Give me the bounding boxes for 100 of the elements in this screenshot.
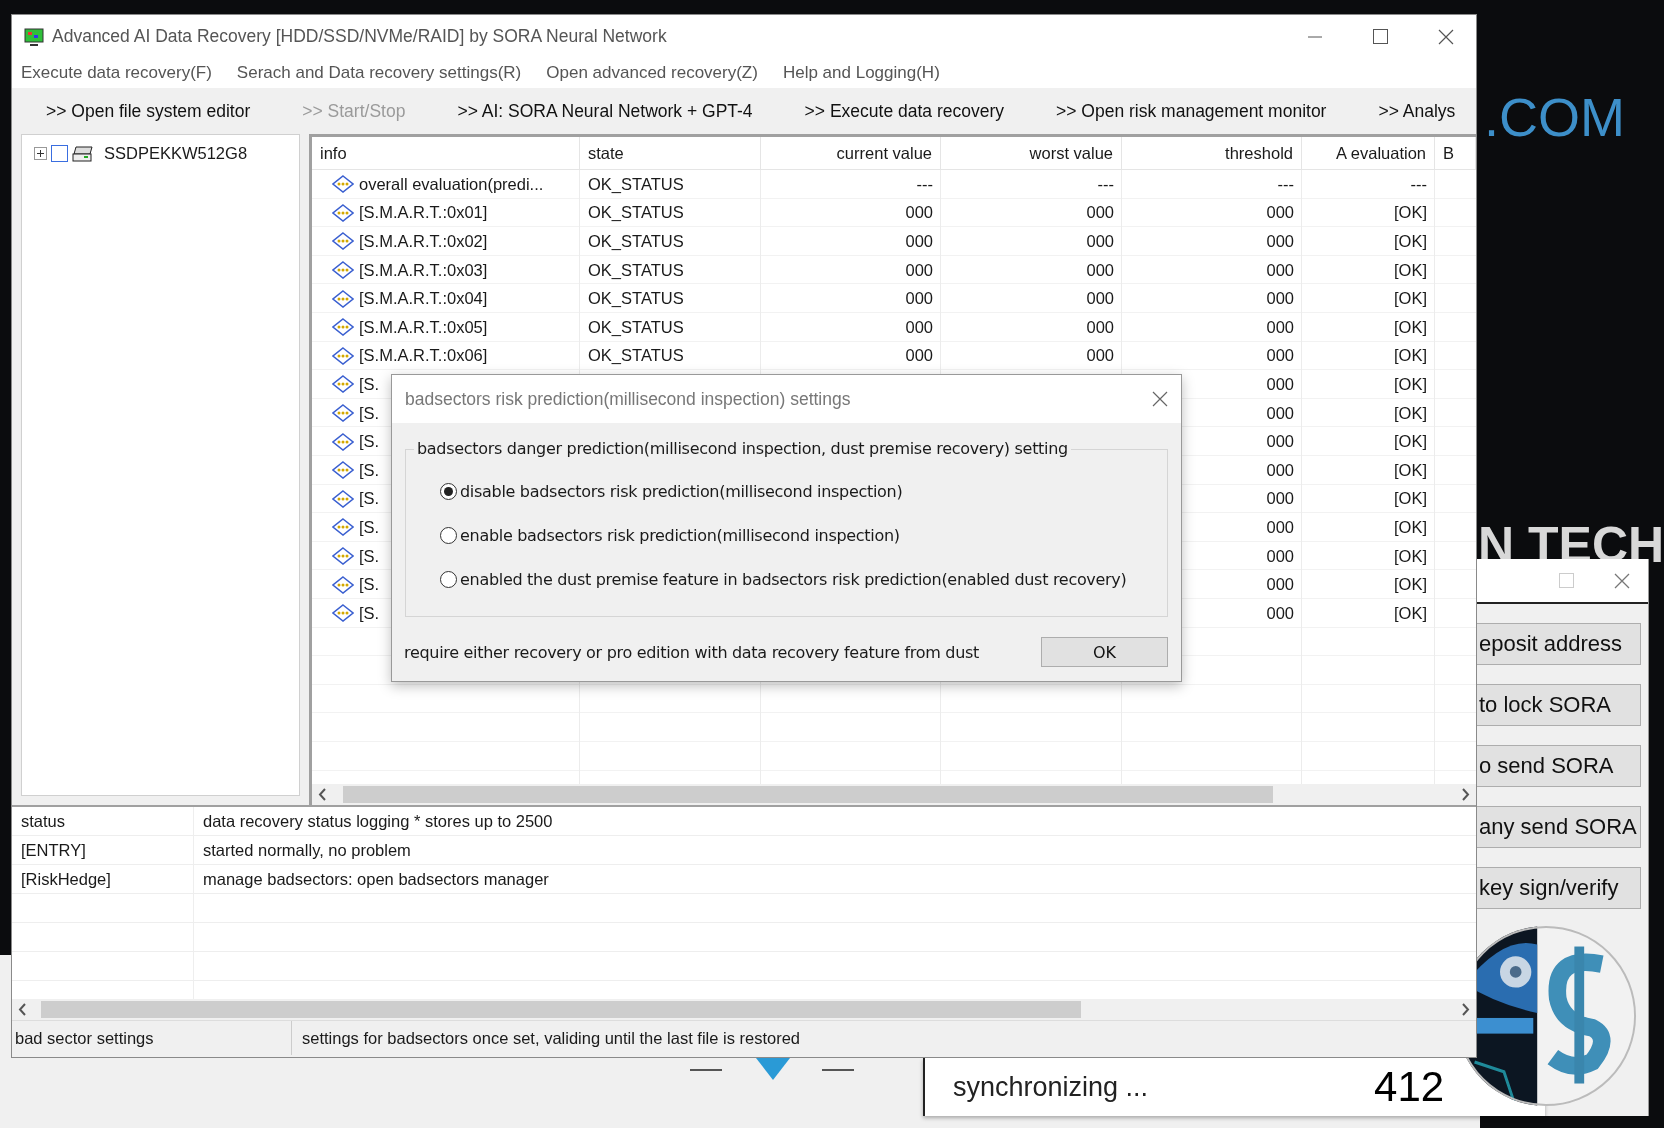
value-cell: 000 bbox=[1266, 260, 1294, 280]
close-icon[interactable] bbox=[1614, 572, 1630, 589]
diamond-icon bbox=[332, 547, 354, 565]
scroll-right-icon[interactable] bbox=[1461, 1003, 1470, 1016]
diamond-icon bbox=[332, 461, 354, 480]
banner-text: .COM bbox=[1484, 86, 1625, 148]
ok-button[interactable]: OK bbox=[1041, 637, 1168, 667]
dialog-title: badsectors risk prediction(millisecond inspection) settings bbox=[405, 388, 851, 410]
tree-item-label[interactable]: SSDPEKKW512G8 bbox=[104, 144, 248, 163]
evaluation-cell: [OK] bbox=[1394, 203, 1427, 223]
value-cell: 000 bbox=[1266, 460, 1294, 480]
value-cell: 000 bbox=[1266, 489, 1294, 509]
value-cell: 000 bbox=[1086, 317, 1114, 337]
action-button[interactable]: any send SORA bbox=[1477, 806, 1641, 848]
info-text: [S. bbox=[359, 575, 380, 595]
column-header: data recovery status logging * stores up to 2500 bbox=[202, 811, 554, 832]
value-cell: 000 bbox=[905, 289, 933, 309]
scroll-left-icon[interactable] bbox=[318, 788, 327, 801]
status-text: settings for badsectors once set, validing until the last file is restored bbox=[301, 1028, 800, 1048]
close-icon[interactable] bbox=[1152, 391, 1168, 407]
scroll-right-icon[interactable] bbox=[1461, 788, 1470, 801]
horizontal-scrollbar[interactable] bbox=[12, 999, 1476, 1020]
menu-item[interactable]: Serach and Data recovery settings(R) bbox=[236, 63, 522, 83]
scroll-left-icon[interactable] bbox=[18, 1003, 27, 1016]
menu-item[interactable]: Help and Logging(H) bbox=[782, 63, 940, 83]
toolbar-button[interactable]: >> Execute data recovery bbox=[804, 100, 1005, 122]
diamond-icon bbox=[332, 518, 354, 537]
drive-icon bbox=[72, 145, 94, 162]
column-header[interactable]: current value bbox=[761, 137, 941, 170]
sync-text: synchronizing ... bbox=[953, 1071, 1149, 1103]
evaluation-cell: [OK] bbox=[1394, 517, 1427, 537]
monitor-icon bbox=[24, 26, 44, 47]
radio-button[interactable] bbox=[440, 571, 457, 588]
log-message: started normally, no problem bbox=[202, 840, 412, 861]
column-header[interactable]: A evaluation bbox=[1302, 137, 1435, 170]
menu-item[interactable]: Execute data recovery(F) bbox=[21, 63, 212, 83]
info-text: [S. bbox=[359, 403, 380, 423]
action-button[interactable]: key sign/verify bbox=[1477, 867, 1641, 909]
diamond-icon bbox=[332, 203, 354, 222]
value-cell: 000 bbox=[1086, 260, 1114, 280]
diamond-icon bbox=[332, 261, 354, 280]
evaluation-cell: [OK] bbox=[1394, 489, 1427, 509]
option-label[interactable]: enabled the dust premise feature in badsectors risk prediction(enabled dust recovery) bbox=[460, 570, 1127, 589]
close-icon[interactable] bbox=[1438, 28, 1454, 45]
triangle-icon[interactable] bbox=[756, 1058, 790, 1080]
toolbar-button[interactable]: >> Open file system editor bbox=[46, 100, 251, 122]
diamond-icon bbox=[332, 375, 354, 394]
info-text: [S.M.A.R.T.:0x03] bbox=[359, 260, 488, 280]
toolbar-button[interactable]: >> AI: SORA Neural Network + GPT-4 bbox=[457, 100, 753, 122]
diamond-icon bbox=[332, 318, 354, 337]
evaluation-cell: [OK] bbox=[1394, 403, 1427, 423]
action-button[interactable]: eposit address bbox=[1477, 623, 1641, 665]
horizontal-scrollbar[interactable] bbox=[312, 784, 1476, 805]
info-text: [S.M.A.R.T.:0x02] bbox=[359, 232, 488, 251]
column-header[interactable]: state bbox=[580, 137, 761, 170]
menu-item[interactable]: Open advanced recovery(Z) bbox=[546, 63, 758, 83]
column-header[interactable]: info bbox=[312, 137, 580, 170]
log-source: [RiskHedge] bbox=[20, 869, 112, 890]
value-cell: 000 bbox=[1086, 232, 1114, 251]
log-message: manage badsectors: open badsectors manager bbox=[202, 869, 550, 890]
expand-icon[interactable] bbox=[34, 147, 47, 160]
column-header[interactable]: B bbox=[1435, 137, 1476, 170]
column-header[interactable]: worst value bbox=[941, 137, 1122, 170]
diamond-icon bbox=[332, 346, 354, 365]
toolbar-button[interactable]: >> Analys bbox=[1378, 100, 1456, 122]
option-label[interactable]: disable badsectors risk prediction(millisecond inspection) bbox=[460, 482, 903, 501]
window-title: Advanced AI Data Recovery [HDD/SSD/NVMe/RAID] by SORA Neural Network bbox=[52, 26, 667, 47]
evaluation-cell: [OK] bbox=[1394, 289, 1427, 309]
action-button[interactable]: to lock SORA bbox=[1477, 684, 1641, 726]
diamond-icon bbox=[332, 232, 354, 251]
value-cell: 000 bbox=[1266, 232, 1294, 251]
value-cell: 000 bbox=[1086, 346, 1114, 366]
state-cell: OK_STATUS bbox=[588, 232, 684, 251]
evaluation-cell: [OK] bbox=[1394, 374, 1427, 394]
value-cell: 000 bbox=[1266, 575, 1294, 595]
value-cell: 000 bbox=[1266, 546, 1294, 566]
evaluation-cell: [OK] bbox=[1394, 232, 1427, 251]
diamond-icon bbox=[332, 432, 354, 451]
sync-count: 412 bbox=[1374, 1063, 1445, 1111]
checkbox[interactable] bbox=[51, 145, 68, 162]
value-cell: 000 bbox=[1266, 517, 1294, 537]
diamond-icon bbox=[332, 289, 354, 308]
maximize-icon[interactable] bbox=[1373, 29, 1388, 44]
value-cell: 000 bbox=[905, 346, 933, 366]
action-button[interactable]: o send SORA bbox=[1477, 745, 1641, 787]
radio-button[interactable] bbox=[440, 527, 457, 544]
value-cell: 000 bbox=[1266, 203, 1294, 223]
info-text: [S.M.A.R.T.:0x05] bbox=[359, 317, 488, 337]
toolbar-button[interactable]: >> Open risk management monitor bbox=[1056, 100, 1327, 122]
evaluation-cell: [OK] bbox=[1394, 346, 1427, 366]
info-text: [S. bbox=[359, 460, 380, 480]
value-cell: 000 bbox=[905, 317, 933, 337]
radio-button[interactable] bbox=[440, 483, 457, 500]
value-cell: 000 bbox=[1086, 289, 1114, 309]
column-header[interactable]: threshold bbox=[1122, 137, 1302, 170]
status-text: bad sector settings bbox=[12, 1021, 292, 1055]
option-label[interactable]: enable badsectors risk prediction(millisecond inspection) bbox=[460, 526, 900, 545]
value-cell: 000 bbox=[905, 260, 933, 280]
diamond-icon bbox=[332, 604, 354, 623]
evaluation-cell: [OK] bbox=[1394, 546, 1427, 566]
